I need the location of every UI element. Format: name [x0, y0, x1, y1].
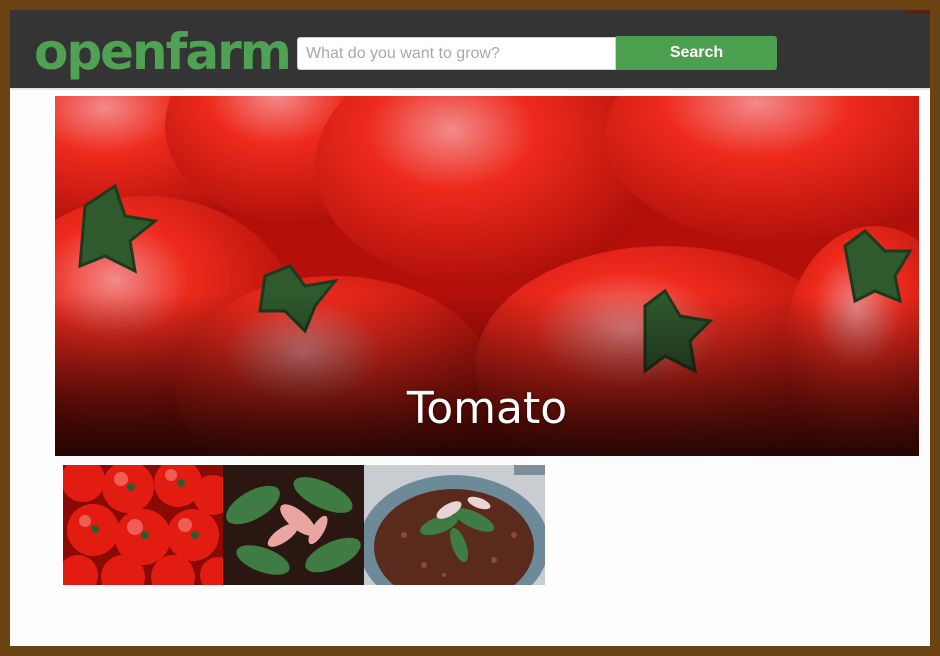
potted-seedling-photo	[364, 465, 545, 585]
gallery-thumb-1[interactable]	[63, 465, 223, 585]
seedling-leaves-photo	[223, 465, 364, 585]
gallery-thumb-3[interactable]	[364, 465, 545, 585]
top-nav: openfarm Search	[10, 10, 930, 90]
tomato-pile-photo	[63, 465, 223, 585]
crop-hero-banner: Tomato	[55, 96, 919, 456]
search-button[interactable]: Search	[616, 36, 777, 70]
crop-title: Tomato	[406, 383, 568, 434]
openfarm-logo[interactable]: openfarm	[34, 24, 292, 80]
gallery-thumb-2[interactable]	[223, 465, 364, 585]
search-input[interactable]	[297, 37, 616, 70]
page: openfarm Search	[10, 10, 930, 646]
corner-decoration	[906, 10, 930, 14]
